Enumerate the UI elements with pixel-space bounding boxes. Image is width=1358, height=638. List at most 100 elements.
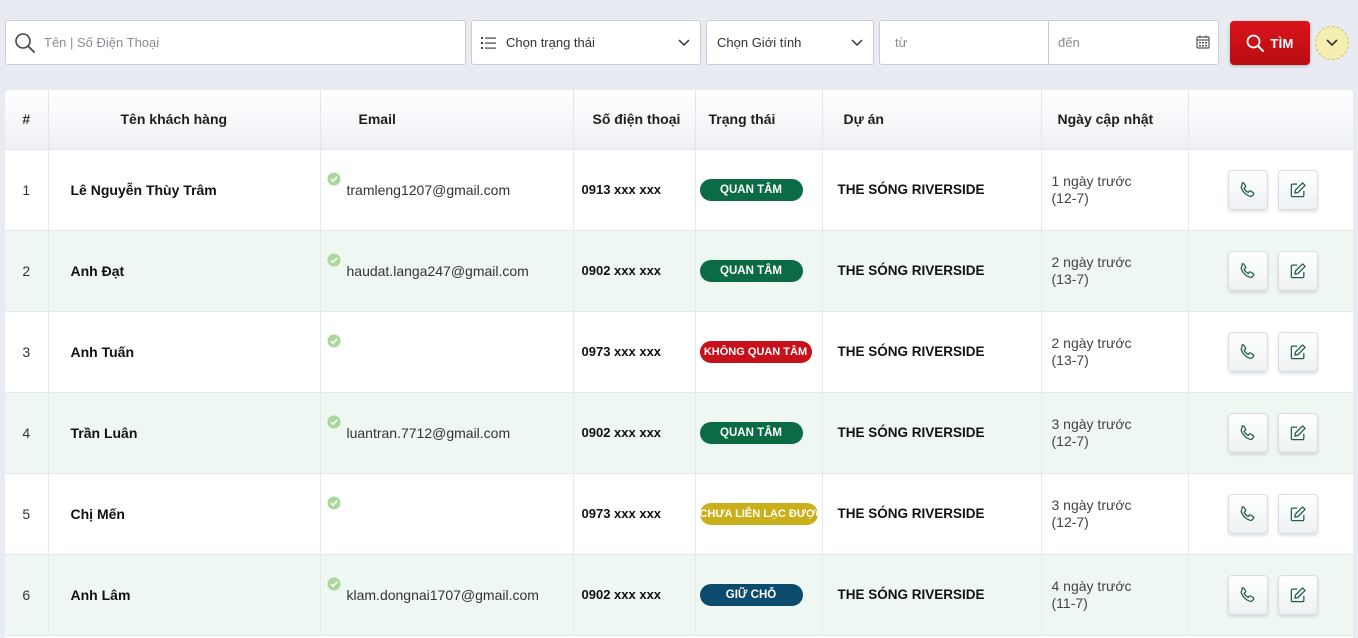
customer-name[interactable]: Anh Lâm (48, 554, 321, 636)
row-index: 3 (5, 311, 49, 393)
phone-icon (1240, 424, 1254, 440)
customer-name[interactable]: Lê Nguyễn Thùy Trâm (48, 149, 321, 231)
updated-relative: 2 ngày trước (1051, 253, 1132, 270)
call-button[interactable] (1227, 574, 1268, 615)
phone-icon (1240, 181, 1254, 197)
header-email[interactable]: Email (320, 90, 574, 150)
status-select-label: Chọn trạng thái (506, 35, 595, 50)
project-name: THE SÓNG RIVERSIDE (822, 149, 1042, 231)
updated-relative: 4 ngày trước (1051, 577, 1132, 594)
gender-select[interactable]: Chọn Giới tính (706, 20, 874, 65)
table-row[interactable]: 5 Chị Mến 0973 xxx xxx CHƯA LIÊN LẠC ĐƯỢ… (5, 473, 1353, 555)
status-cell: QUAN TÂM (695, 392, 823, 474)
check-circle-icon (327, 172, 340, 185)
status-badge: QUAN TÂM (699, 259, 803, 282)
actions-cell (1188, 554, 1353, 636)
customer-email: tramleng1207@gmail.com (346, 181, 511, 198)
header-updated[interactable]: Ngày cập nhật (1041, 90, 1189, 150)
edit-icon (1291, 586, 1307, 602)
check-circle-icon (327, 496, 340, 509)
customer-name[interactable]: Trần Luân (48, 392, 321, 474)
search-button-label: TÌM (1270, 35, 1294, 51)
status-cell: GIỮ CHỖ (695, 554, 823, 636)
edit-button[interactable] (1278, 412, 1319, 453)
status-cell: KHÔNG QUAN TÂM (695, 311, 823, 393)
actions-cell (1188, 473, 1353, 555)
call-button[interactable] (1227, 250, 1268, 291)
edit-button[interactable] (1278, 169, 1319, 210)
header-name[interactable]: Tên khách hàng (48, 90, 321, 150)
customer-name[interactable]: Anh Tuấn (48, 311, 321, 393)
updated-date: (12-7) (1051, 189, 1089, 206)
actions-cell (1188, 149, 1353, 231)
edit-button[interactable] (1278, 331, 1319, 372)
status-badge: QUAN TÂM (699, 421, 803, 444)
call-button[interactable] (1227, 331, 1268, 372)
updated-cell: 4 ngày trước (11-7) (1041, 554, 1189, 636)
header-actions (1188, 90, 1353, 150)
date-to-input[interactable]: đến (1049, 21, 1219, 64)
updated-cell: 2 ngày trước (13-7) (1041, 311, 1189, 393)
actions-cell (1188, 311, 1353, 393)
status-badge: CHƯA LIÊN LẠC ĐƯỢC (699, 502, 823, 525)
customer-phone: 0902 xxx xxx (573, 392, 696, 474)
status-cell: CHƯA LIÊN LẠC ĐƯỢC (695, 473, 823, 555)
updated-relative: 3 ngày trước (1051, 415, 1132, 432)
edit-button[interactable] (1278, 493, 1319, 534)
project-name: THE SÓNG RIVERSIDE (822, 311, 1042, 393)
expand-filters-button[interactable] (1315, 26, 1349, 60)
phone-icon (1240, 343, 1254, 359)
filter-bar: Tên | Số Điện Thoại Chọn trạng thái Chọn… (0, 0, 1358, 90)
list-icon (481, 36, 496, 49)
updated-cell: 2 ngày trước (13-7) (1041, 230, 1189, 312)
updated-date: (13-7) (1051, 270, 1089, 287)
status-select[interactable]: Chọn trạng thái (471, 20, 701, 65)
date-range: từ đến (879, 20, 1219, 65)
customer-name[interactable]: Chị Mến (48, 473, 321, 555)
header-project[interactable]: Dự án (822, 90, 1042, 150)
edit-icon (1291, 262, 1307, 278)
status-badge: QUAN TÂM (699, 178, 803, 201)
edit-icon (1291, 424, 1307, 440)
customer-phone: 0913 xxx xxx (573, 149, 696, 231)
project-name: THE SÓNG RIVERSIDE (822, 392, 1042, 474)
search-button[interactable]: TÌM (1230, 21, 1310, 65)
updated-relative: 1 ngày trước (1051, 172, 1132, 189)
call-button[interactable] (1227, 493, 1268, 534)
edit-icon (1291, 181, 1307, 197)
updated-date: (12-7) (1051, 513, 1089, 530)
customer-phone: 0973 xxx xxx (573, 473, 696, 555)
row-index: 4 (5, 392, 49, 474)
date-from-input[interactable]: từ (880, 21, 1049, 64)
table-row[interactable]: 3 Anh Tuấn 0973 xxx xxx KHÔNG QUAN TÂM T… (5, 311, 1353, 393)
call-button[interactable] (1227, 412, 1268, 453)
row-index: 6 (5, 554, 49, 636)
call-button[interactable] (1227, 169, 1268, 210)
customer-email-cell: klam.dongnai1707@gmail.com (320, 554, 574, 636)
table-row[interactable]: 1 Lê Nguyễn Thùy Trâm tramleng1207@gmail… (5, 149, 1353, 231)
customer-table: # Tên khách hàng Email Số điện thoại Trạ… (5, 90, 1353, 638)
customer-email: klam.dongnai1707@gmail.com (346, 586, 539, 603)
customer-name[interactable]: Anh Đạt (48, 230, 321, 312)
edit-icon (1291, 343, 1307, 359)
row-index: 2 (5, 230, 49, 312)
updated-cell: 3 ngày trước (12-7) (1041, 392, 1189, 474)
edit-button[interactable] (1278, 574, 1319, 615)
customer-email: haudat.langa247@gmail.com (346, 262, 529, 279)
edit-icon (1291, 505, 1307, 521)
header-status[interactable]: Trạng thái (695, 90, 823, 150)
table-row[interactable]: 4 Trần Luân luantran.7712@gmail.com 0902… (5, 392, 1353, 474)
chevron-down-icon (851, 38, 863, 46)
phone-icon (1240, 262, 1254, 278)
search-input[interactable]: Tên | Số Điện Thoại (5, 20, 466, 65)
table-row[interactable]: 2 Anh Đạt haudat.langa247@gmail.com 0902… (5, 230, 1353, 312)
status-cell: QUAN TÂM (695, 230, 823, 312)
edit-button[interactable] (1278, 250, 1319, 291)
calendar-icon[interactable] (1196, 35, 1210, 49)
table-row[interactable]: 6 Anh Lâm klam.dongnai1707@gmail.com 090… (5, 554, 1353, 636)
updated-date: (13-7) (1051, 351, 1089, 368)
actions-cell (1188, 230, 1353, 312)
header-index: # (5, 90, 49, 150)
header-phone[interactable]: Số điện thoại (573, 90, 696, 150)
check-circle-icon (327, 415, 340, 428)
